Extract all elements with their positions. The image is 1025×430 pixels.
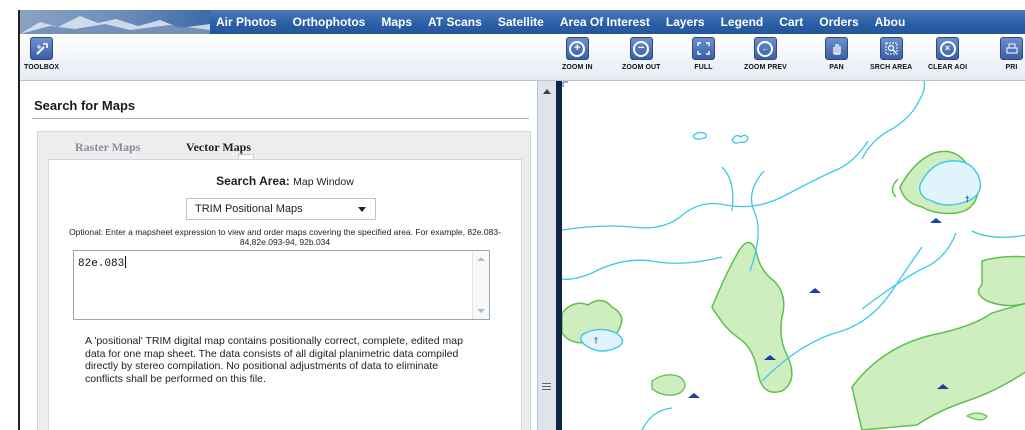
lake-symbol-icon — [930, 218, 942, 223]
lake-symbol-icon — [688, 393, 700, 398]
nav-legend[interactable]: Legend — [721, 15, 764, 29]
optional-instructions: Optional: Enter a mapsheet expression to… — [69, 227, 501, 247]
zoom-prev-button[interactable]: ← ZOOM PREV — [744, 37, 787, 71]
print-icon — [1000, 37, 1023, 60]
vegetation-area — [891, 178, 899, 198]
print-label: PRI — [1005, 64, 1018, 71]
zoom-prev-icon: ← — [753, 37, 777, 60]
lake — [580, 328, 624, 352]
tab-raster-maps[interactable]: Raster Maps — [75, 140, 140, 155]
pan-button[interactable]: PAN — [825, 37, 848, 71]
zoom-out-icon: − — [629, 37, 653, 60]
pan-label: PAN — [829, 64, 844, 71]
vegetation-area — [977, 255, 1025, 307]
app-window: Air Photos Orthophotos Maps AT Scans Sat… — [18, 10, 1025, 430]
vegetation-area — [851, 302, 1025, 430]
search-area-label: SRCH AREA — [870, 64, 913, 71]
clear-aoi-label: CLEAR AOI — [928, 64, 968, 71]
full-extent-label: FULL — [694, 64, 713, 71]
nav-air-photos[interactable]: Air Photos — [216, 15, 277, 29]
mapsheet-expression-value: 82e.083 — [78, 258, 125, 270]
search-area-value: Map Window — [293, 176, 354, 188]
zoom-in-icon: + — [565, 37, 589, 60]
zoom-in-button[interactable]: + ZOOM IN — [562, 37, 593, 71]
nav-at-scans[interactable]: AT Scans — [428, 15, 482, 29]
nav-layers[interactable]: Layers — [666, 15, 705, 29]
scroll-up-arrow-icon[interactable] — [543, 89, 551, 94]
panel-title: Search for Maps — [34, 98, 136, 113]
pan-hand-icon — [825, 37, 848, 60]
scroll-down-arrow-icon[interactable] — [477, 309, 485, 313]
zoom-prev-label: ZOOM PREV — [744, 64, 787, 71]
zoom-out-button[interactable]: − ZOOM OUT — [622, 37, 661, 71]
toolbox-label: TOOLBOX — [24, 64, 60, 71]
lake-cross-icon: † — [965, 195, 970, 205]
zoom-out-label: ZOOM OUT — [622, 64, 661, 71]
textarea-scrollbar[interactable] — [472, 251, 489, 319]
search-panel: Search for Maps Raster Maps Vector Maps … — [20, 81, 537, 430]
map-toolbar: + TOOLBOX + ZOOM IN − ZOOM OUT FULL ← ZO… — [20, 34, 1025, 81]
map-type-tabs: Raster Maps Vector Maps Search Area: Map… — [37, 131, 531, 430]
scroll-thumb-grip[interactable] — [542, 383, 551, 391]
nav-orthophotos[interactable]: Orthophotos — [293, 15, 366, 29]
panel-scrollbar[interactable] — [537, 81, 557, 430]
tab-vector-maps[interactable]: Vector Maps — [186, 140, 251, 155]
svg-text:+: + — [36, 43, 42, 51]
full-extent-icon — [692, 37, 715, 60]
top-nav-bar: Air Photos Orthophotos Maps AT Scans Sat… — [20, 10, 1025, 34]
nav-orders[interactable]: Orders — [819, 15, 858, 29]
nav-about[interactable]: Abou — [875, 15, 906, 29]
search-area-line: Search Area: Map Window — [49, 174, 521, 188]
nav-maps[interactable]: Maps — [381, 15, 412, 29]
toolbox-button[interactable]: + TOOLBOX — [24, 37, 59, 71]
text-caret — [125, 256, 127, 268]
map-type-select[interactable]: TRIM Positional Maps — [186, 198, 376, 220]
map-canvas: † † — [562, 81, 1025, 430]
nav-menu: Air Photos Orthophotos Maps AT Scans Sat… — [216, 10, 921, 34]
mapsheet-expression-input[interactable]: 82e.083 — [73, 250, 490, 320]
lake-symbol-icon — [809, 288, 821, 293]
toolbox-icon: + — [30, 37, 54, 60]
small-lake-outline — [731, 134, 749, 144]
map-corner-marker — [562, 81, 568, 87]
small-lake-outline — [692, 131, 708, 140]
lake-cross-icon: † — [594, 336, 598, 345]
search-area-button[interactable]: SRCH AREA — [870, 37, 912, 71]
nav-area-of-interest[interactable]: Area Of Interest — [560, 15, 650, 29]
print-button[interactable]: PRI — [1000, 37, 1023, 71]
zoom-in-label: ZOOM IN — [562, 64, 593, 71]
nav-satellite[interactable]: Satellite — [498, 15, 544, 29]
mountain-banner-logo — [20, 10, 210, 34]
vegetation-area — [965, 412, 988, 421]
vector-maps-content: Search Area: Map Window TRIM Positional … — [48, 159, 522, 430]
scroll-up-arrow-icon[interactable] — [477, 257, 485, 261]
clear-aoi-button[interactable]: × CLEAR AOI — [928, 37, 967, 71]
map-viewport[interactable]: † † — [562, 81, 1025, 430]
map-type-select-value: TRIM Positional Maps — [195, 203, 303, 215]
nav-cart[interactable]: Cart — [779, 15, 803, 29]
search-area-label: Search Area: — [216, 174, 290, 188]
vegetation-area — [651, 374, 686, 396]
chevron-down-icon — [358, 206, 366, 212]
positional-trim-description: A 'positional' TRIM digital map contains… — [85, 335, 463, 385]
title-divider — [32, 118, 529, 119]
full-extent-button[interactable]: FULL — [692, 37, 715, 71]
clear-aoi-icon: × — [936, 37, 960, 60]
search-area-icon — [879, 37, 903, 60]
